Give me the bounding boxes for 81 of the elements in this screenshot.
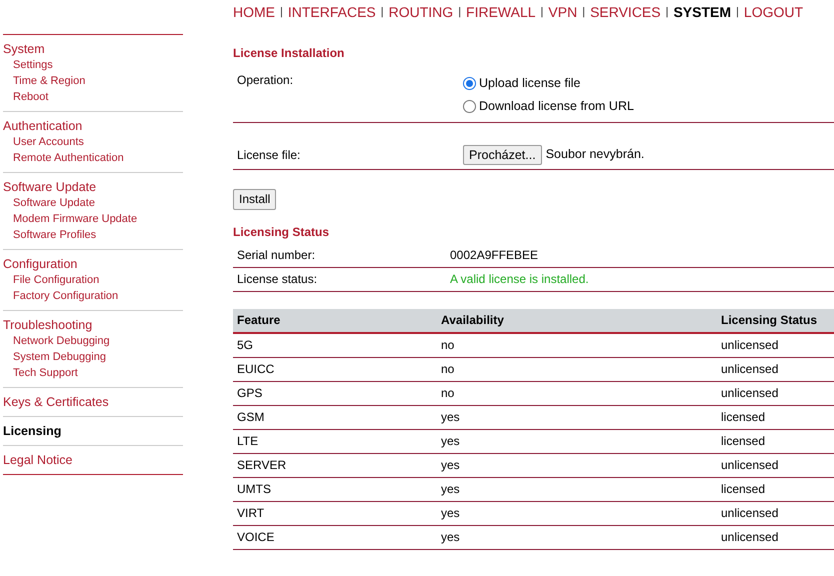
table-cell-text: no: [441, 337, 456, 354]
nav-separator: |: [736, 5, 739, 20]
sidebar-item[interactable]: Time & Region: [3, 73, 183, 89]
nav-link[interactable]: LOGOUT: [744, 2, 804, 23]
nav-link[interactable]: FIREWALL: [466, 2, 536, 23]
table-cell-text: unlicensed: [721, 361, 780, 378]
table-cell-text: SERVER: [236, 457, 288, 474]
sidebar-section[interactable]: Licensing: [3, 423, 183, 439]
sidebar-item[interactable]: Tech Support: [3, 365, 183, 381]
sidebar-item[interactable]: Software Profiles: [3, 227, 183, 243]
sidebar-section[interactable]: Authentication: [3, 118, 183, 134]
column-header: Licensing Status: [721, 312, 818, 329]
table-cell-text: unlicensed: [721, 505, 780, 522]
table-cell-text: LTE: [236, 433, 260, 450]
table-cell-text: GPS: [236, 385, 264, 402]
nav-link[interactable]: SERVICES: [590, 2, 661, 23]
table-cell-text: yes: [441, 433, 461, 450]
sidebar-item[interactable]: User Accounts: [3, 134, 183, 150]
nav-separator: |: [380, 5, 384, 20]
sidebar-item[interactable]: Software Update: [3, 195, 183, 211]
table-cell-text: yes: [441, 457, 461, 474]
browse-button[interactable]: Procházet...: [463, 144, 542, 164]
table-cell-text: yes: [441, 409, 461, 426]
sidebar-item[interactable]: Factory Configuration: [3, 288, 183, 304]
table-cell-text: no: [441, 361, 456, 378]
nav-link[interactable]: SYSTEM: [673, 2, 732, 23]
radio-button[interactable]: [463, 100, 476, 113]
nav-link[interactable]: HOME: [233, 2, 275, 23]
table-cell-text: UMTS: [236, 481, 272, 498]
sidebar-section[interactable]: Software Update: [3, 179, 183, 195]
table-cell-text: VIRT: [236, 505, 266, 522]
nav-link[interactable]: INTERFACES: [288, 2, 376, 23]
nav-separator: |: [280, 5, 283, 20]
file-status: Soubor nevybrán.: [546, 146, 644, 164]
radio-label: Download license from URL: [479, 98, 634, 115]
table-cell-text: 5G: [236, 337, 254, 354]
sidebar-section[interactable]: Troubleshooting: [3, 317, 183, 333]
radio-button[interactable]: [463, 76, 476, 90]
section-title: License Installation: [233, 45, 346, 61]
table-cell-text: unlicensed: [721, 337, 780, 354]
sidebar-item[interactable]: Remote Authentication: [3, 150, 183, 166]
field-label: Serial number:: [236, 247, 316, 264]
sidebar-section[interactable]: Configuration: [3, 256, 183, 272]
sidebar-item[interactable]: Modem Firmware Update: [3, 211, 183, 227]
field-value: 0002A9FFEBEE: [450, 247, 538, 264]
install-button[interactable]: Install: [233, 188, 276, 210]
sidebar-item[interactable]: File Configuration: [3, 272, 183, 288]
table-cell-text: unlicensed: [721, 457, 780, 474]
sidebar-item[interactable]: Settings: [3, 57, 183, 73]
table-cell-text: unlicensed: [721, 385, 780, 402]
table-cell-text: unlicensed: [721, 529, 780, 546]
sidebar-item[interactable]: Network Debugging: [3, 333, 183, 349]
table-cell-text: EUICC: [236, 361, 276, 378]
field-label: License file:: [236, 146, 302, 164]
sidebar-section[interactable]: Keys & Certificates: [3, 394, 183, 410]
table-cell-text: no: [441, 385, 456, 402]
sidebar-item[interactable]: System Debugging: [3, 349, 183, 365]
table-cell-text: licensed: [721, 433, 766, 450]
table-cell-text: licensed: [721, 409, 766, 426]
column-header: Availability: [441, 312, 505, 329]
section-title: Licensing Status: [233, 224, 330, 240]
field-label: Operation:: [236, 72, 294, 89]
table-cell-text: GSM: [236, 409, 266, 426]
nav-link[interactable]: VPN: [548, 2, 578, 23]
field-label: License status:: [236, 271, 318, 288]
nav-separator: |: [540, 5, 544, 20]
sidebar-item[interactable]: Reboot: [3, 89, 183, 105]
table-cell-text: yes: [441, 505, 461, 522]
nav-separator: |: [582, 5, 586, 20]
radio-label: Upload license file: [479, 75, 580, 92]
sidebar-section[interactable]: Legal Notice: [3, 452, 183, 468]
table-cell-text: licensed: [721, 481, 766, 498]
nav-separator: |: [666, 5, 668, 20]
table-cell-text: VOICE: [236, 529, 276, 546]
table-cell-text: yes: [441, 529, 461, 546]
table-cell-text: yes: [441, 481, 461, 498]
nav-separator: |: [458, 5, 462, 20]
sidebar-section[interactable]: System: [3, 41, 183, 57]
column-header: Feature: [236, 312, 282, 329]
field-value: A valid license is installed.: [450, 271, 589, 288]
nav-link[interactable]: ROUTING: [388, 2, 454, 23]
